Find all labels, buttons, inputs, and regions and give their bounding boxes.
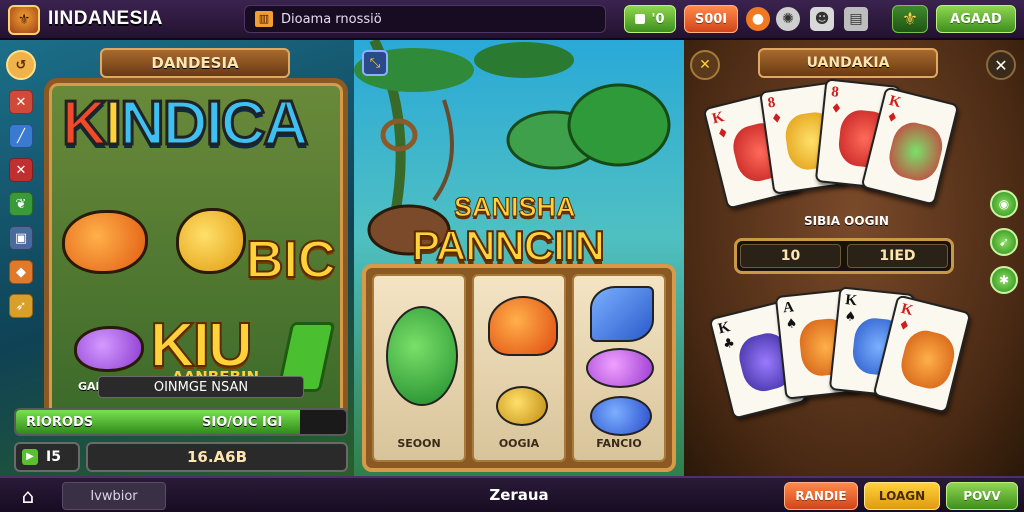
ribbon-symbol-icon — [590, 286, 654, 342]
progress-label: RIORODS — [26, 415, 94, 430]
left-game-banner: DANDESIA — [100, 48, 290, 78]
gear-icon[interactable]: ✱ — [990, 266, 1018, 294]
card-suit-icon: ♦ — [896, 317, 912, 336]
reel-1[interactable]: SEOON — [372, 274, 466, 462]
crossed-tools-icon[interactable]: ✕ — [690, 50, 720, 80]
amount-display: 16.A6B — [86, 442, 348, 472]
fleur-de-lis-button[interactable]: ⚜ — [892, 5, 928, 33]
bet-value-left[interactable]: 10 — [740, 244, 841, 268]
runner-icon[interactable]: ➹ — [990, 228, 1018, 256]
coins-symbol-icon — [496, 386, 548, 426]
slot-reels[interactable]: SEOON OOGIA FANCIO — [362, 264, 676, 472]
bottom-title: Zeraua — [489, 486, 549, 504]
reel-label: SEOON — [397, 437, 441, 450]
chest-icon[interactable]: ▤ — [844, 7, 868, 31]
crest-logo-icon[interactable]: ⚜ — [8, 5, 40, 35]
bottom-bar: ⌂ Ivwbior Zeraua RANDIE LOAGN POVV — [0, 476, 1024, 512]
card-suit-icon: ♦ — [770, 110, 784, 128]
right-game-panel[interactable]: ✕ UANDAKIA ✕ K ♦ 8 ♦ 8 ♦ K ♦ SIBIA OOGIN 10 1IE… — [684, 40, 1024, 476]
card-suit-icon: ♠ — [785, 316, 799, 333]
candy-symbol-icon — [586, 348, 654, 388]
middle-game-title: PANNCIIN — [411, 221, 606, 270]
shrimp-symbol-icon — [488, 296, 558, 356]
left-progress-bar: RIORODS SIO/OIC IGI — [14, 408, 348, 436]
bottom-tab[interactable]: Ivwbior — [62, 482, 166, 510]
card-rank: 8 — [830, 84, 840, 101]
purple-fish-icon — [74, 326, 144, 372]
randie-button[interactable]: RANDIE — [784, 482, 858, 510]
brand-title: IINDANESIA — [48, 8, 163, 29]
wand-icon[interactable]: ╱ — [9, 124, 33, 148]
reel-3[interactable]: FANCIO — [572, 274, 666, 462]
coin-icon — [635, 14, 646, 24]
orange-fish-icon — [62, 210, 148, 274]
leaf-icon[interactable]: ❦ — [9, 192, 33, 216]
coin-icon[interactable]: ◉ — [990, 190, 1018, 218]
right-game-banner: UANDAKIA — [758, 48, 938, 78]
bet-value-row: 10 1IED — [734, 238, 954, 274]
left-game-title: KINDICA — [61, 88, 310, 160]
score-button[interactable]: S00I — [684, 5, 738, 33]
green-fish-symbol-icon — [386, 306, 458, 406]
middle-game-title-top: SANISHA — [454, 192, 577, 223]
top-bar: ⚜ IINDANESIA ▥ Dioama rnossiö '0 S00I ● … — [0, 0, 1024, 40]
film-reel-icon[interactable]: ✺ — [776, 7, 800, 31]
coins-button[interactable]: '0 — [624, 5, 676, 33]
card-rank: A — [782, 299, 795, 317]
coins-label: '0 — [651, 11, 665, 27]
card-art-icon — [896, 326, 959, 393]
card-rank: K — [844, 292, 858, 310]
arrow-icon[interactable]: ➶ — [9, 294, 33, 318]
shield-icon[interactable]: ✕ — [9, 158, 33, 182]
card-suit-icon: ♦ — [884, 109, 900, 128]
card-rank: 8 — [766, 94, 777, 112]
yellow-fish-icon — [176, 208, 246, 274]
left-caption: OINMGE NSAN — [98, 376, 304, 398]
bag-icon[interactable]: ▣ — [9, 226, 33, 250]
bet-label: SIBIA OOGIN — [804, 214, 889, 228]
expand-icon[interactable]: ⤡ — [362, 50, 388, 76]
blue-shell-symbol-icon — [590, 396, 652, 436]
sword-icon[interactable]: ✕ — [9, 90, 33, 114]
left-game-panel[interactable]: ↺ ✕ ╱ ✕ ❦ ▣ ◆ ➶ DANDESIA KINDICA BIC KIU… — [0, 40, 354, 476]
reel-label: OOGIA — [498, 437, 540, 450]
left-word-bic: BIC — [245, 230, 337, 290]
left-side-toolbar: ↺ ✕ ╱ ✕ ❦ ▣ ◆ ➶ — [6, 50, 40, 328]
home-icon[interactable]: ⌂ — [14, 484, 42, 508]
card-art-icon — [884, 118, 947, 185]
robot-icon[interactable]: ☻ — [810, 7, 834, 31]
search-text: Dioama rnossiö — [281, 11, 382, 27]
login-button[interactable]: LOAGN — [864, 482, 940, 510]
top-action-button[interactable]: AGAAD — [936, 5, 1016, 33]
middle-game-panel[interactable]: ⤡ SANISHA PANNCIIN SEOON OOGIA FANCIO — [354, 40, 684, 476]
right-side-toolbar: ◉ ➹ ✱ — [990, 190, 1020, 304]
card-suit-icon: ♠ — [843, 309, 857, 326]
reel-2[interactable]: OOGIA — [472, 274, 566, 462]
level-badge[interactable]: ▶ I5 — [14, 442, 80, 472]
bet-value-right[interactable]: 1IED — [847, 244, 948, 268]
progress-value: SIO/OIC IGI — [202, 415, 283, 430]
search-field[interactable]: ▥ Dioama rnossiö — [244, 5, 606, 33]
search-icon: ▥ — [255, 11, 273, 27]
fleur-de-lis-icon: ⚜ — [901, 8, 919, 30]
level-value: I5 — [46, 449, 61, 465]
gem-icon[interactable]: ◆ — [9, 260, 33, 284]
back-arrow-icon[interactable]: ↺ — [6, 50, 36, 80]
location-pin-icon[interactable]: ● — [746, 7, 770, 31]
card-suit-icon: ♦ — [715, 125, 731, 143]
card-suit-icon: ♦ — [829, 101, 843, 118]
play-button[interactable]: POVV — [946, 482, 1018, 510]
card-suit-icon: ♣ — [721, 335, 737, 353]
level-icon: ▶ — [22, 449, 38, 465]
reel-label: FANCIO — [596, 437, 642, 450]
close-icon[interactable]: ✕ — [986, 50, 1016, 80]
